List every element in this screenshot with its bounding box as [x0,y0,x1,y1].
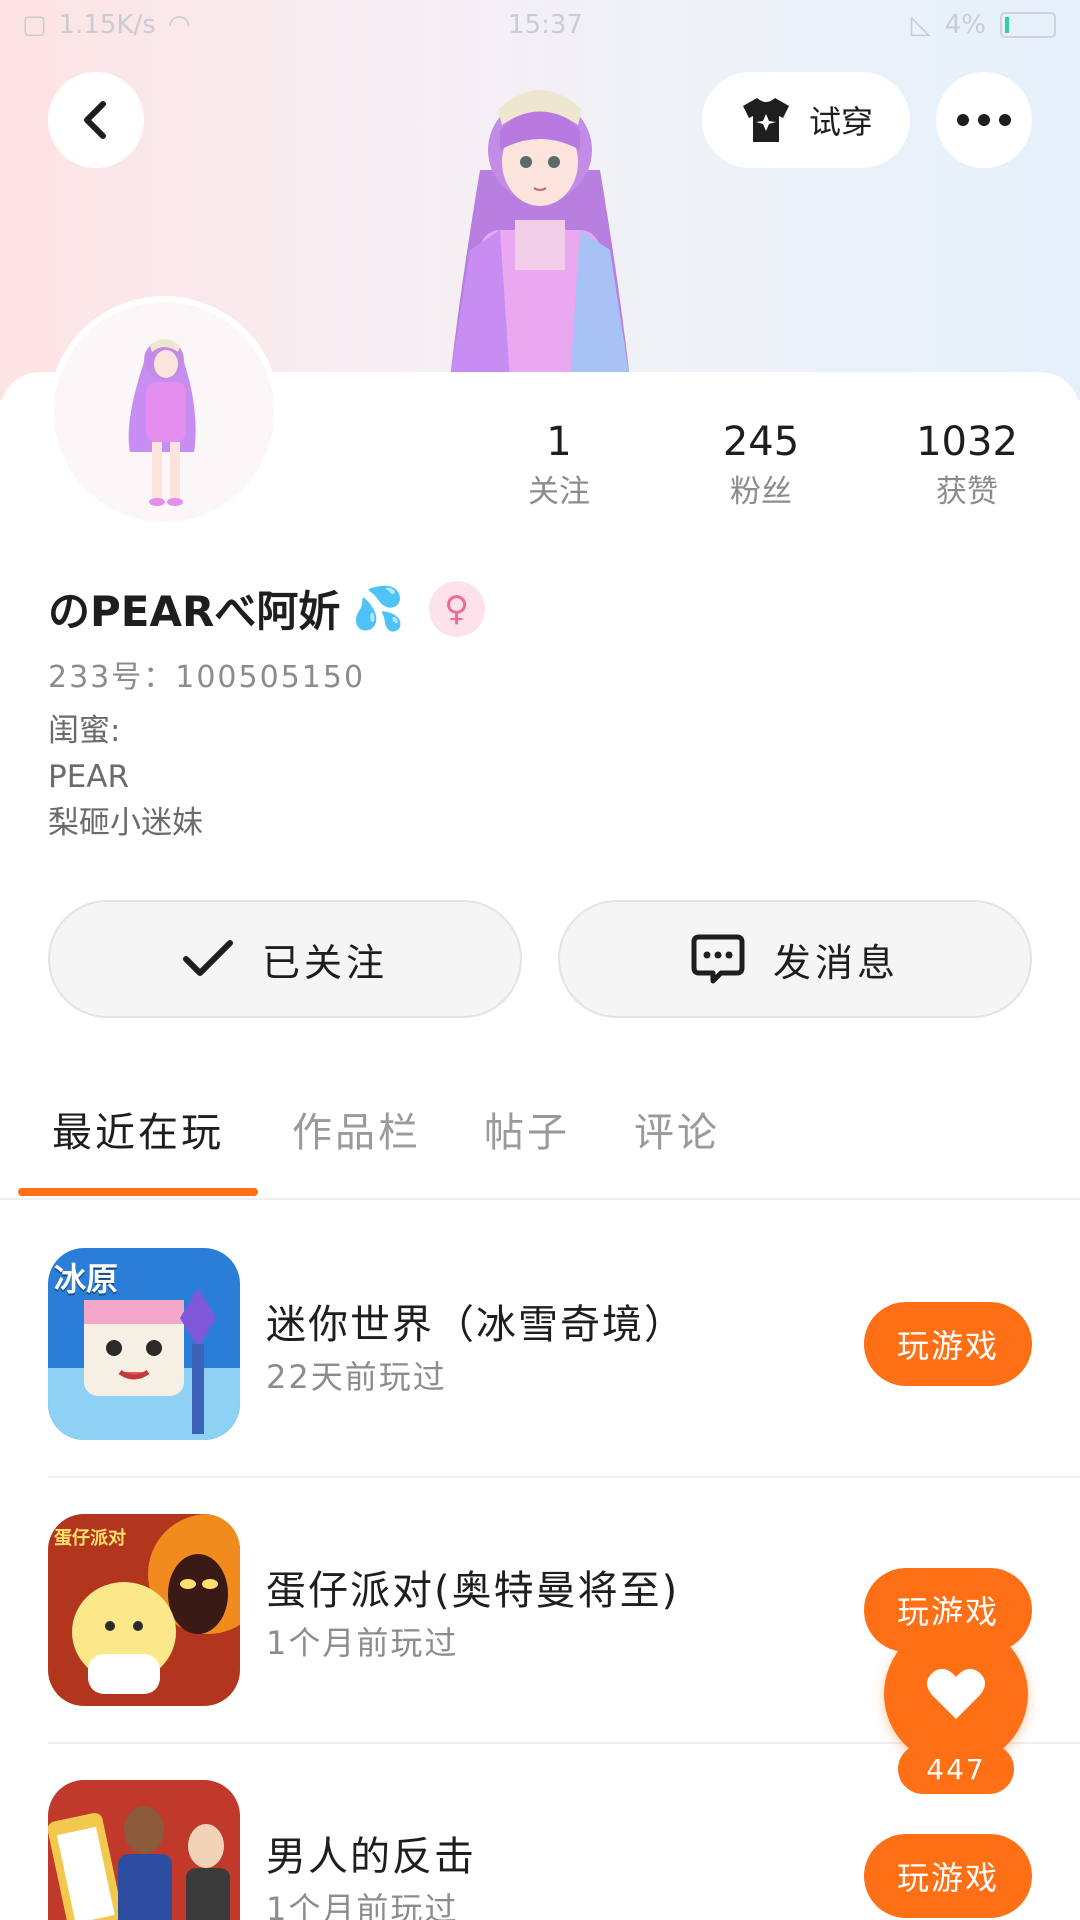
game-icon: 蛋仔派对 [48,1514,240,1706]
sim-icon: ▢ [22,10,47,40]
female-icon: ♀ [444,588,470,629]
play-game-button[interactable]: 玩游戏 [864,1834,1032,1918]
chevron-left-icon [84,101,106,139]
nickname-text: のPEARべ阿妡 [48,587,341,636]
tab-works[interactable]: 作品栏 [292,1100,421,1158]
profile-tabs: 最近在玩 作品栏 帖子 评论 [0,1100,1080,1200]
game-name: 蛋仔派对(奥特曼将至) [266,1568,680,1614]
game-name: 男人的反击 [266,1834,476,1880]
bio-line: 梨砸小迷妹 [48,805,203,841]
game-icon: 冰原 [48,1248,240,1440]
stat-value: 245 [722,419,800,465]
sweat-drops-emoji: 💦 [352,583,405,633]
bio-line: PEAR [48,759,130,795]
like-count: 447 [898,1744,1014,1794]
shirt-icon [742,98,789,142]
play-game-button[interactable]: 玩游戏 [864,1302,1032,1386]
last-played: 1个月前玩过 [266,1624,459,1662]
game-icon-label: 蛋仔派对 [54,1528,126,1549]
game-name: 迷你世界（冰雪奇境） [266,1302,686,1348]
try-on-button[interactable]: 试穿 [702,72,910,168]
stat-value: 1032 [916,419,1018,465]
avatar[interactable] [48,296,280,528]
back-button[interactable] [48,72,144,168]
avatar-figure-icon [128,339,196,506]
stat-value: 1 [546,419,572,465]
status-time: 15:37 [508,10,583,40]
network-speed: 1.15K/s [58,10,156,40]
stat-label: 关注 [528,474,590,510]
list-item[interactable]: 冰原 迷你世界（冰雪奇境） 22天前玩过 玩游戏 [48,1248,1032,1444]
send-message-label: 发消息 [772,940,899,985]
divider [48,1476,1080,1478]
user-id: 233号：100505150 [48,660,366,695]
stat-following[interactable]: 1 关注 [494,418,624,514]
battery-icon [1000,12,1056,38]
nickname: のPEARべ阿妡 💦 ♀ [48,578,485,639]
stat-label: 获赞 [936,474,998,510]
bio: 闺蜜: PEAR 梨砸小迷妹 [48,708,203,846]
status-bar: ▢ 1.15K/s ◠ 15:37 ◺ 4% [0,0,1080,52]
chat-bubble-icon [691,934,745,984]
tab-comments[interactable]: 评论 [634,1100,720,1158]
send-message-button[interactable]: 发消息 [558,900,1032,1018]
try-on-label: 试穿 [808,103,873,141]
character-figure [450,90,630,380]
last-played: 1个月前玩过 [266,1890,459,1920]
tab-recently-played[interactable]: 最近在玩 [52,1100,224,1158]
list-item[interactable]: 男人的反击 1个月前玩过 玩游戏 [48,1780,1032,1920]
last-played: 22天前玩过 [266,1358,447,1396]
more-dots-icon [957,114,1011,126]
mute-icon: ◺ [910,10,931,40]
check-icon [182,940,233,976]
battery-percent: 4% [944,10,986,40]
heart-icon [927,1668,985,1719]
stat-likes[interactable]: 1032 获赞 [902,418,1032,514]
followed-label: 已关注 [261,940,388,985]
bio-line: 闺蜜: [48,713,121,749]
tab-posts[interactable]: 帖子 [484,1100,570,1158]
wifi-icon: ◠ [167,10,191,40]
stat-fans[interactable]: 245 粉丝 [696,418,826,514]
game-icon-label: 冰原 [54,1260,119,1298]
stat-label: 粉丝 [730,474,792,510]
gender-badge: ♀ [428,580,485,637]
game-icon [48,1780,240,1920]
more-button[interactable] [936,72,1032,168]
active-tab-indicator [18,1188,258,1196]
followed-button[interactable]: 已关注 [48,900,522,1018]
